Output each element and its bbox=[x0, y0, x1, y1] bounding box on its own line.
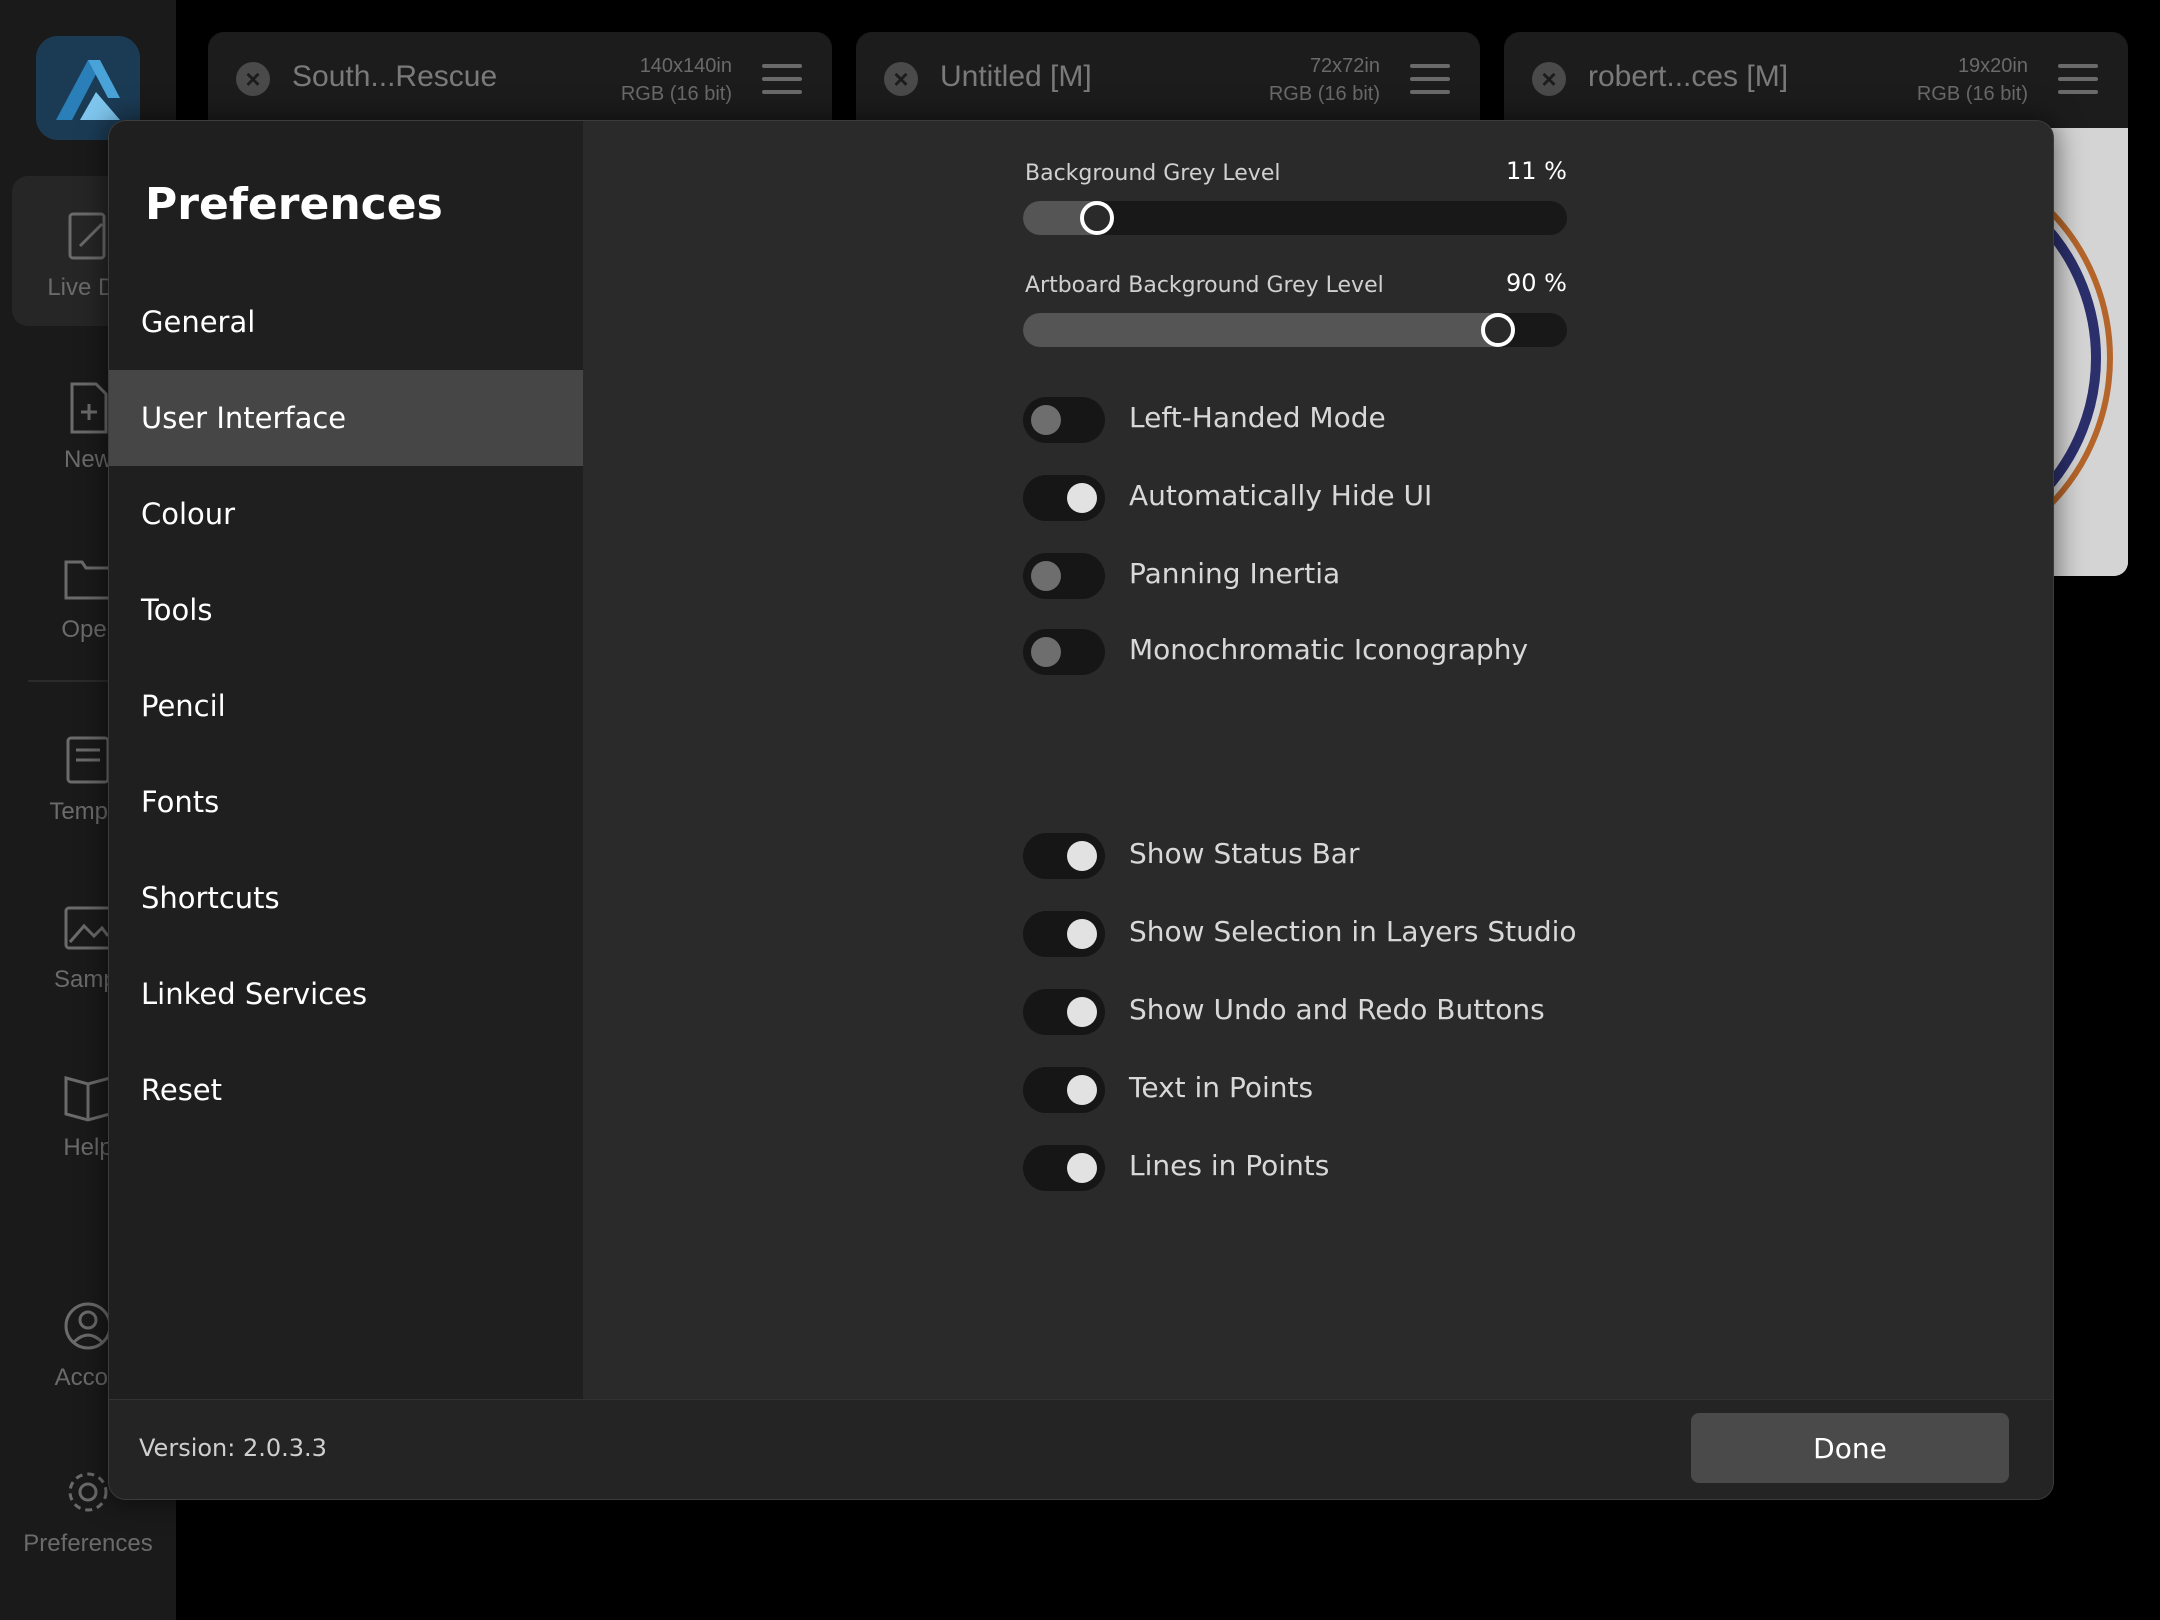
preferences-footer: Version: 2.0.3.3 Done bbox=[109, 1399, 2053, 1499]
nav-item-reset[interactable]: Reset bbox=[109, 1042, 583, 1138]
show-status-bar-toggle[interactable] bbox=[1023, 833, 1105, 879]
nav-item-user-interface[interactable]: User Interface bbox=[109, 370, 583, 466]
document-size: 72x72in bbox=[1309, 55, 1380, 77]
nav-item-pencil[interactable]: Pencil bbox=[109, 658, 583, 754]
toggle-label: Monochromatic Iconography bbox=[1129, 633, 1529, 666]
page-title: Preferences bbox=[145, 179, 443, 230]
document-tab[interactable]: × robert...ces [M] 19x20in RGB (16 bit) bbox=[1504, 32, 2128, 132]
toggle-label: Show Selection in Layers Studio bbox=[1129, 915, 1577, 948]
nav-item-shortcuts[interactable]: Shortcuts bbox=[109, 850, 583, 946]
document-tab[interactable]: × South...Rescue 140x140in RGB (16 bit) bbox=[208, 32, 832, 132]
text-in-points-toggle[interactable] bbox=[1023, 1067, 1105, 1113]
nav-item-linked-services[interactable]: Linked Services bbox=[109, 946, 583, 1042]
background-grey-level-value: 11 % bbox=[1506, 157, 1567, 185]
document-tab-meta: 72x72in RGB (16 bit) bbox=[1269, 52, 1380, 108]
nav-item-tools[interactable]: Tools bbox=[109, 562, 583, 658]
background-grey-level-label: Background Grey Level bbox=[1025, 161, 1281, 186]
slider-fill bbox=[1023, 313, 1499, 347]
preferences-content: Background Grey Level 11 % Artboard Back… bbox=[583, 121, 2053, 1399]
toggle-label: Show Status Bar bbox=[1129, 837, 1360, 870]
toggle-label: Text in Points bbox=[1129, 1071, 1314, 1104]
artboard-grey-level-value: 90 % bbox=[1506, 269, 1567, 297]
hamburger-menu-icon[interactable] bbox=[2058, 64, 2098, 96]
document-tab-meta: 140x140in RGB (16 bit) bbox=[621, 52, 732, 108]
hamburger-menu-icon[interactable] bbox=[1410, 64, 1450, 96]
toggle-label: Show Undo and Redo Buttons bbox=[1129, 993, 1545, 1026]
automatically-hide-ui-toggle[interactable] bbox=[1023, 475, 1105, 521]
document-color-mode: RGB (16 bit) bbox=[1916, 83, 2028, 105]
lines-in-points-toggle[interactable] bbox=[1023, 1145, 1105, 1191]
show-selection-in-layers-studio-toggle[interactable] bbox=[1023, 911, 1105, 957]
toggle-label: Left-Handed Mode bbox=[1129, 401, 1386, 434]
document-tab-title: South...Rescue bbox=[292, 60, 498, 93]
document-size: 19x20in bbox=[1957, 55, 2028, 77]
close-icon[interactable]: × bbox=[236, 62, 270, 96]
nav-item-colour[interactable]: Colour bbox=[109, 466, 583, 562]
document-tab-title: Untitled [M] bbox=[940, 60, 1092, 93]
panning-inertia-toggle[interactable] bbox=[1023, 553, 1105, 599]
slider-thumb[interactable] bbox=[1481, 313, 1516, 347]
preferences-nav: Preferences General User Interface Colou… bbox=[109, 121, 583, 1399]
show-undo-and-redo-buttons-toggle[interactable] bbox=[1023, 989, 1105, 1035]
document-color-mode: RGB (16 bit) bbox=[620, 83, 732, 105]
done-button[interactable]: Done bbox=[1691, 1413, 2009, 1483]
nav-item-general[interactable]: General bbox=[109, 274, 583, 370]
toggle-label: Panning Inertia bbox=[1129, 557, 1341, 590]
hamburger-menu-icon[interactable] bbox=[762, 64, 802, 96]
toggle-label: Automatically Hide UI bbox=[1129, 479, 1433, 512]
close-icon[interactable]: × bbox=[884, 62, 918, 96]
artboard-grey-level-label: Artboard Background Grey Level bbox=[1025, 273, 1384, 298]
version-label: Version: 2.0.3.3 bbox=[139, 1434, 327, 1462]
document-tab-title: robert...ces [M] bbox=[1588, 60, 1789, 93]
toggle-label: Lines in Points bbox=[1129, 1149, 1330, 1182]
sidebar-item-label: Preferences bbox=[23, 1530, 153, 1557]
document-tab[interactable]: × Untitled [M] 72x72in RGB (16 bit) bbox=[856, 32, 1480, 132]
preferences-dialog: Preferences General User Interface Colou… bbox=[108, 120, 2054, 1500]
nav-item-fonts[interactable]: Fonts bbox=[109, 754, 583, 850]
close-icon[interactable]: × bbox=[1532, 62, 1566, 96]
monochromatic-iconography-toggle[interactable] bbox=[1023, 629, 1105, 675]
document-color-mode: RGB (16 bit) bbox=[1268, 83, 1380, 105]
document-tab-meta: 19x20in RGB (16 bit) bbox=[1917, 52, 2028, 108]
left-handed-mode-toggle[interactable] bbox=[1023, 397, 1105, 443]
document-size: 140x140in bbox=[639, 55, 732, 77]
slider-thumb[interactable] bbox=[1079, 201, 1114, 235]
